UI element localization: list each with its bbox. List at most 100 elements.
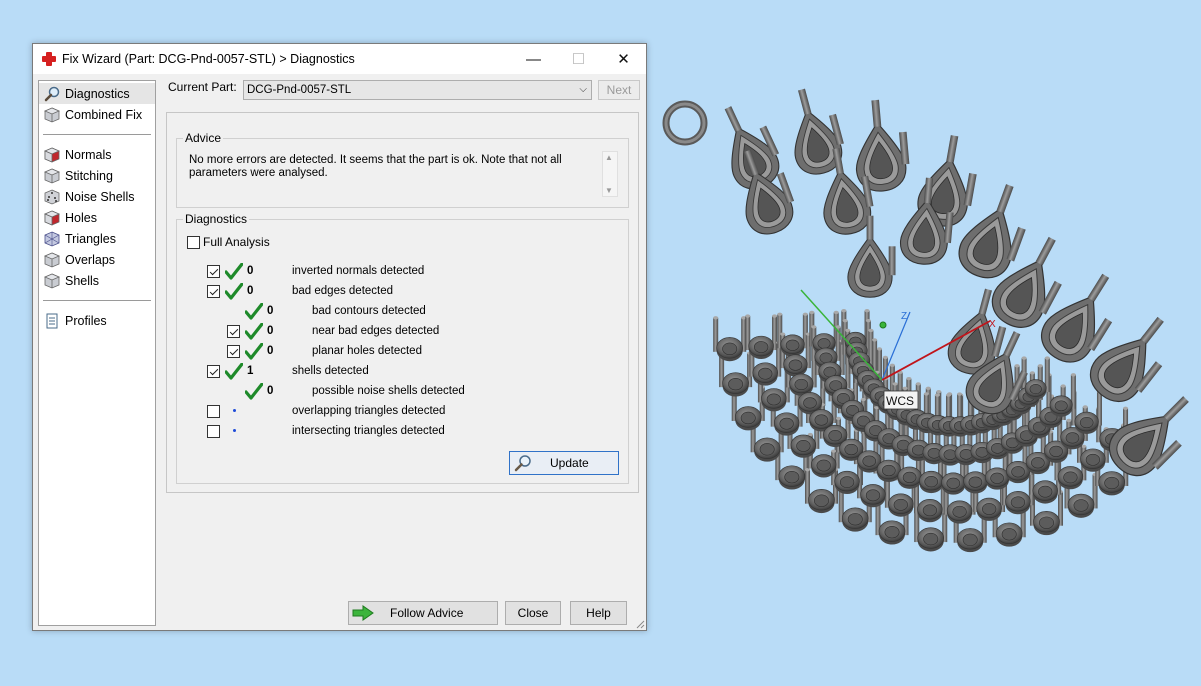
setting-cup-hole [785, 339, 800, 351]
sidebar-item-overlaps[interactable]: Overlaps [39, 249, 155, 270]
prong-tip [1037, 364, 1043, 368]
check-mark-icon [225, 363, 243, 380]
current-part-label: Current Part: [168, 80, 237, 94]
diag-label: possible noise shells detected [312, 385, 465, 397]
diag-label: bad edges detected [292, 285, 394, 297]
sidebar-item-triangles[interactable]: Triangles [39, 228, 155, 249]
setting-cup-hole [828, 430, 842, 442]
inverted-normals-checkbox[interactable] [207, 265, 220, 278]
prong-tip [946, 393, 952, 397]
x-axis-label: X [989, 319, 996, 330]
pendant-model [713, 88, 1189, 553]
scroll-up-icon[interactable]: ▲ [605, 153, 613, 162]
magnifier-icon [514, 455, 531, 472]
setting-cup-hole [819, 352, 833, 364]
check-mark-icon [225, 263, 243, 280]
prong-tip [780, 332, 786, 336]
setting-cup-hole [882, 464, 896, 477]
sidebar-item-normals[interactable]: Normals [39, 144, 155, 165]
sidebar-item-label: Holes [65, 210, 97, 225]
wizard-panel: Advice No more errors are detected. It s… [166, 112, 639, 493]
setting-cup-hole [722, 342, 738, 355]
origin-marker [879, 321, 887, 329]
prong-tip [1021, 356, 1027, 360]
scroll-down-icon[interactable]: ▼ [605, 186, 613, 195]
prong-tip [876, 347, 882, 351]
green-arrow-icon [352, 605, 374, 621]
setting-cup-hole [1079, 416, 1094, 429]
planar-holes-checkbox[interactable] [227, 345, 240, 358]
minimize-button[interactable]: — [511, 44, 556, 74]
teardrop-setting [724, 106, 780, 190]
setting-cup-hole [952, 505, 967, 518]
diag-count: 0 [267, 385, 274, 397]
update-label: Update [550, 456, 589, 470]
setting-cup-hole [814, 414, 829, 426]
check-mark-icon [245, 343, 263, 360]
setting-cup-hole [862, 455, 877, 467]
setting-cup-hole [814, 494, 829, 507]
prong-tip [777, 312, 783, 316]
advice-scrollbar[interactable]: ▲ ▼ [602, 151, 618, 197]
setting-cup-hole [1001, 528, 1017, 541]
sidebar-item-combined-fix[interactable]: Combined Fix [39, 104, 155, 125]
sidebar-item-stitching[interactable]: Stitching [39, 165, 155, 186]
full-analysis-label: Full Analysis [203, 235, 270, 249]
prong-tip [892, 382, 898, 386]
setting-cup-hole [884, 525, 900, 539]
diag-label: planar holes detected [312, 345, 422, 357]
shells-checkbox[interactable] [207, 365, 220, 378]
current-part-select[interactable]: DCG-Pnd-0057-STL ⌵ [243, 80, 592, 100]
setting-cup-hole [740, 411, 756, 425]
setting-cup-hole [817, 338, 831, 349]
setting-cup-hole [1085, 453, 1101, 466]
prong-tip [802, 312, 808, 316]
setting-cup-hole [1011, 466, 1025, 478]
red-cube-icon [44, 147, 60, 163]
follow-advice-button[interactable]: Follow Advice [348, 601, 498, 625]
model-viewport[interactable]: Z X WCS [655, 80, 1201, 640]
setting-cup-hole [865, 489, 881, 502]
overlapping-triangles-checkbox[interactable] [207, 405, 220, 418]
bail-ring-highlight [664, 102, 706, 144]
follow-advice-label: Follow Advice [390, 606, 464, 620]
setting-cup-hole [758, 367, 773, 380]
cube-icon [44, 252, 60, 267]
sidebar-item-noise-shells[interactable]: Noise Shells [39, 186, 155, 207]
resize-grip-icon[interactable] [635, 619, 645, 629]
diag-label: near bad edges detected [312, 325, 440, 337]
intersecting-triangles-checkbox[interactable] [207, 425, 220, 438]
prong-tip [804, 468, 810, 472]
cube-icon [44, 273, 60, 288]
close-window-button[interactable]: ✕ [601, 44, 646, 74]
setting-cup-hole [803, 397, 817, 409]
sidebar-item-label: Normals [65, 147, 112, 162]
prong-tip [860, 397, 866, 402]
teardrop-setting [855, 99, 910, 192]
setting-cup-hole [1038, 485, 1053, 498]
sidebar-item-profiles[interactable]: Profiles [39, 310, 155, 331]
magnifier-icon [44, 86, 60, 101]
full-analysis-checkbox[interactable] [187, 235, 200, 249]
diagnostics-title: Diagnostics [183, 212, 250, 226]
prong-tip [882, 355, 888, 360]
prong-tip [835, 325, 841, 329]
prong-tip [772, 314, 778, 318]
prong-tip [842, 318, 848, 323]
sidebar-item-holes[interactable]: Holes [39, 207, 155, 228]
setting-cup-hole [1104, 476, 1120, 490]
bad-edges-checkbox[interactable] [207, 285, 220, 298]
update-button[interactable]: Update [509, 451, 619, 475]
help-button[interactable]: Help [570, 601, 627, 625]
setting-cup-hole [728, 377, 744, 391]
close-button[interactable]: Close [505, 601, 561, 625]
sidebar-item-shells[interactable]: Shells [39, 270, 155, 291]
sidebar-item-label: Combined Fix [65, 107, 143, 122]
setting-cup-hole [943, 449, 957, 461]
setting-cup-hole [784, 470, 800, 484]
near-bad-edges-checkbox[interactable] [227, 325, 240, 338]
prong-tip [865, 318, 871, 323]
wcs-label: WCS [886, 394, 914, 408]
setting-cup-hole [902, 471, 917, 484]
sidebar-item-diagnostics[interactable]: Diagnostics [39, 83, 155, 104]
